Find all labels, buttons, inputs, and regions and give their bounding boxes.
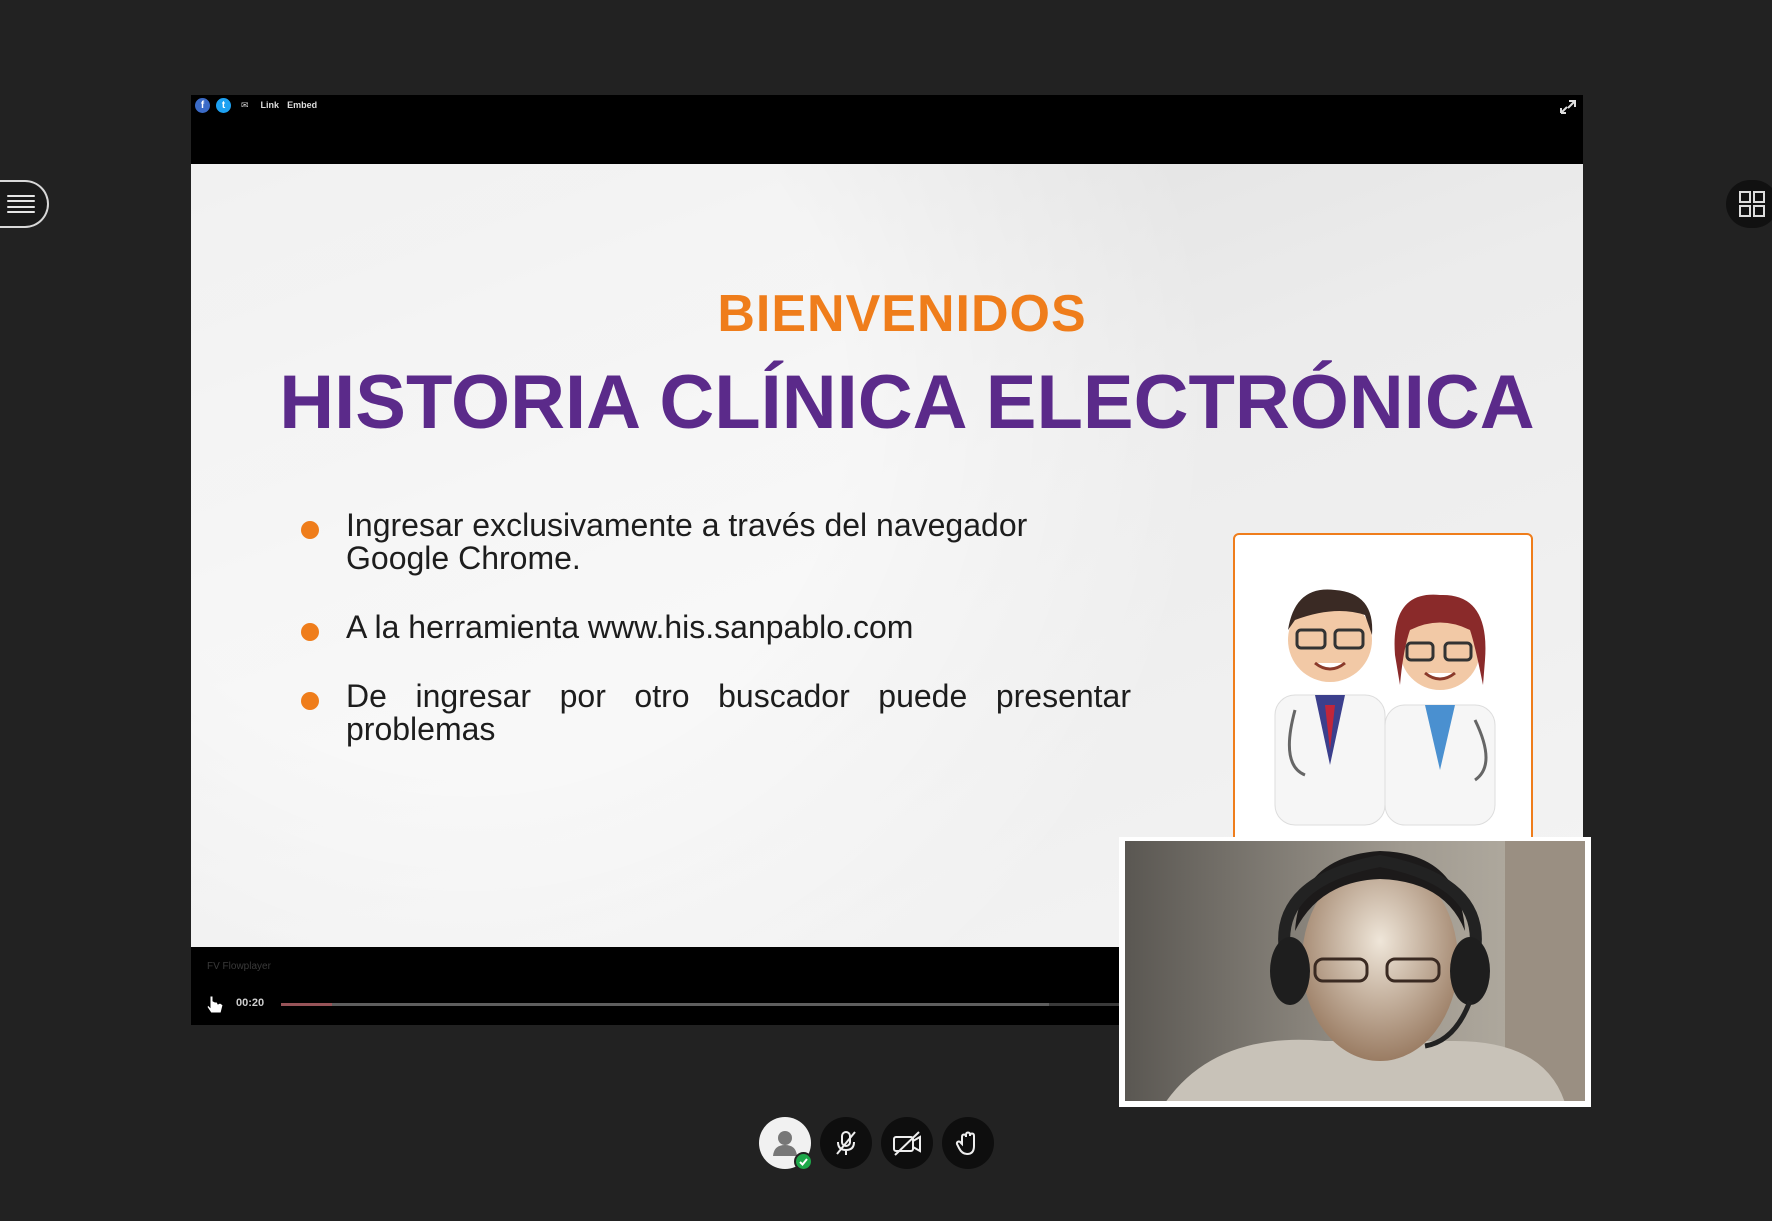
playback-time: 00:20 (236, 997, 265, 1009)
mute-microphone-button[interactable] (820, 1117, 872, 1169)
doctors-illustration (1233, 533, 1533, 853)
menu-button[interactable] (0, 180, 49, 228)
slide-title: HISTORIA CLÍNICA ELECTRÓNICA (279, 360, 1535, 445)
twitter-icon[interactable]: t (216, 97, 231, 113)
share-embed[interactable]: Embed (287, 100, 317, 110)
toggle-camera-button[interactable] (881, 1117, 933, 1169)
raise-hand-button[interactable] (942, 1117, 994, 1169)
slide-bullets: Ingresar exclusivamente a través del nav… (301, 509, 1131, 773)
slide: BIENVENIDOS HISTORIA CLÍNICA ELECTRÓNICA… (191, 164, 1583, 947)
facebook-icon[interactable]: f (195, 97, 210, 113)
bullet-dot-icon (301, 521, 319, 539)
bullet-item: Ingresar exclusivamente a través del nav… (301, 509, 1131, 575)
cursor-hand-icon[interactable] (205, 993, 227, 1015)
call-toolbar (759, 1117, 994, 1171)
camera-off-icon (893, 1131, 921, 1156)
avatar-icon (773, 1131, 797, 1156)
share-link[interactable]: Link (261, 100, 280, 110)
hamburger-icon (6, 195, 35, 213)
user-status-button[interactable] (759, 1117, 813, 1171)
share-bar: f t ✉ Link Embed (195, 97, 317, 113)
doctors-image (1274, 589, 1496, 826)
fullscreen-icon[interactable] (1559, 99, 1577, 115)
layout-grid-button[interactable] (1726, 180, 1772, 228)
webcam-feed (1125, 841, 1585, 1101)
webcam-self-view[interactable] (1119, 837, 1591, 1107)
grid-icon (1739, 191, 1765, 217)
bullet-dot-icon (301, 692, 319, 710)
bullet-item: De ingresar por otro buscador puede pres… (301, 680, 1131, 746)
player-brand: FV Flowplayer (207, 961, 271, 972)
mic-muted-icon (836, 1131, 856, 1155)
raise-hand-icon (955, 1131, 975, 1156)
bullet-dot-icon (301, 623, 319, 641)
connected-check-icon (794, 1152, 813, 1171)
bullet-item: A la herramienta www.his.sanpablo.com (301, 611, 1131, 644)
email-icon[interactable]: ✉ (241, 100, 249, 111)
slide-greeting: BIENVENIDOS (717, 285, 1087, 343)
